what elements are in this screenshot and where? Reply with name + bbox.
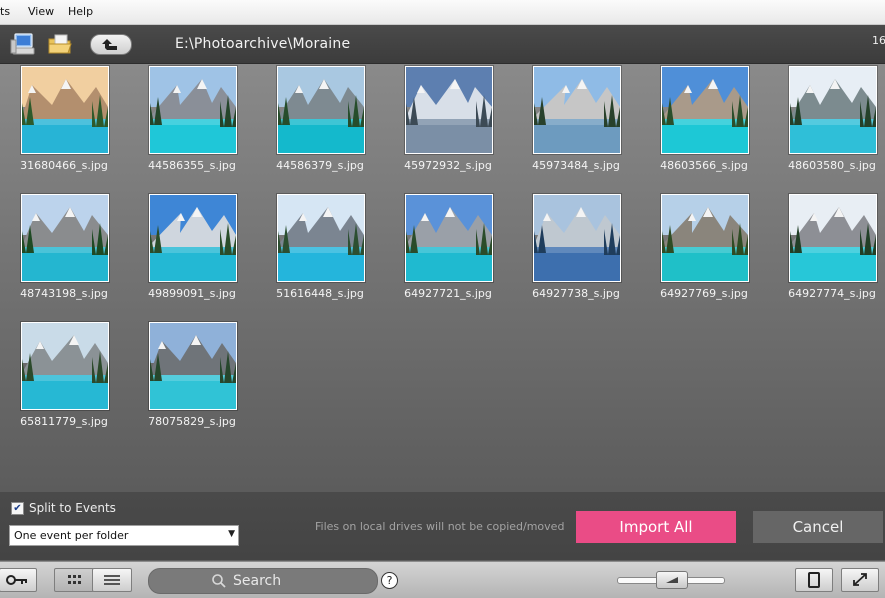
cancel-button[interactable]: Cancel (753, 511, 883, 543)
copy-note: Files on local drives will not be copied… (315, 520, 565, 533)
folder-path: E:\Photoarchive\Moraine (175, 36, 351, 52)
photo-thumbnail[interactable] (21, 66, 109, 154)
tablet-view-button[interactable] (795, 568, 833, 592)
event-mode-value: One event per folder (14, 529, 129, 542)
photo-thumbnail[interactable] (661, 66, 749, 154)
zoom-slider-handle[interactable] (656, 571, 688, 589)
menu-bar: ts View Help (0, 0, 885, 25)
photo-filename: 45973484_s.jpg (532, 159, 620, 172)
photo-thumbnail[interactable] (789, 66, 877, 154)
photo-thumbnail[interactable] (533, 194, 621, 282)
photo-filename: 64927769_s.jpg (660, 287, 748, 300)
dropdown-arrow-icon: ▼ (228, 529, 235, 539)
photo-thumbnail[interactable] (149, 194, 237, 282)
photo-filename: 64927721_s.jpg (404, 287, 492, 300)
menu-item-view[interactable]: View (28, 5, 54, 18)
up-folder-button[interactable] (90, 34, 132, 55)
photo-filename: 44586379_s.jpg (276, 159, 364, 172)
split-events-checkbox[interactable]: ✔ (11, 502, 24, 515)
expand-icon (853, 573, 867, 586)
photo-thumbnail[interactable] (277, 194, 365, 282)
grid-view-icon (68, 575, 81, 584)
help-icon[interactable]: ? (381, 572, 398, 589)
search-box[interactable]: Search (148, 568, 378, 594)
photo-thumbnail[interactable] (149, 66, 237, 154)
photo-thumbnail[interactable] (277, 66, 365, 154)
search-icon (212, 574, 226, 588)
photo-filename: 64927738_s.jpg (532, 287, 620, 300)
photo-thumbnail[interactable] (789, 194, 877, 282)
grid-view-button[interactable] (54, 568, 94, 592)
menu-item-help[interactable]: Help (68, 5, 93, 18)
photo-filename: 31680466_s.jpg (20, 159, 108, 172)
key-button[interactable] (0, 568, 37, 592)
status-bar: Search ? (0, 561, 885, 598)
photo-grid: 31680466_s.jpg 44586355_s.jpg 44586379_s.j… (0, 64, 885, 492)
photo-count: 16 (872, 34, 885, 47)
photo-filename: 48603566_s.jpg (660, 159, 748, 172)
photo-thumbnail[interactable] (21, 194, 109, 282)
location-toolbar: E:\Photoarchive\Moraine 16 (0, 25, 885, 64)
up-arrow-icon (102, 39, 117, 50)
photo-thumbnail[interactable] (149, 322, 237, 410)
search-placeholder: Search (233, 573, 282, 589)
photo-filename: 65811779_s.jpg (20, 415, 108, 428)
split-events-label: Split to Events (29, 501, 116, 515)
fullscreen-button[interactable] (841, 568, 879, 592)
import-all-button[interactable]: Import All (576, 511, 736, 543)
event-mode-dropdown[interactable]: One event per folder ▼ (9, 525, 239, 546)
photo-filename: 51616448_s.jpg (276, 287, 364, 300)
photo-thumbnail[interactable] (405, 66, 493, 154)
tablet-icon (808, 572, 820, 588)
photo-thumbnail[interactable] (533, 66, 621, 154)
open-folder-icon[interactable] (47, 31, 73, 57)
photo-filename: 48603580_s.jpg (788, 159, 876, 172)
photo-filename: 78075829_s.jpg (148, 415, 236, 428)
key-icon (6, 575, 27, 585)
photo-filename: 45972932_s.jpg (404, 159, 492, 172)
photo-thumbnail[interactable] (661, 194, 749, 282)
photo-filename: 44586355_s.jpg (148, 159, 236, 172)
photo-thumbnail[interactable] (21, 322, 109, 410)
photo-filename: 64927774_s.jpg (788, 287, 876, 300)
slider-triangle-icon (666, 577, 678, 583)
computer-icon[interactable] (10, 31, 36, 57)
import-options-panel: ✔ Split to Events One event per folder ▼… (0, 492, 885, 560)
photo-filename: 49899091_s.jpg (148, 287, 236, 300)
list-view-button[interactable] (92, 568, 132, 592)
photo-filename: 48743198_s.jpg (20, 287, 108, 300)
menu-item-file[interactable]: ts (0, 5, 10, 18)
photo-thumbnail[interactable] (405, 194, 493, 282)
list-view-icon (104, 575, 120, 585)
